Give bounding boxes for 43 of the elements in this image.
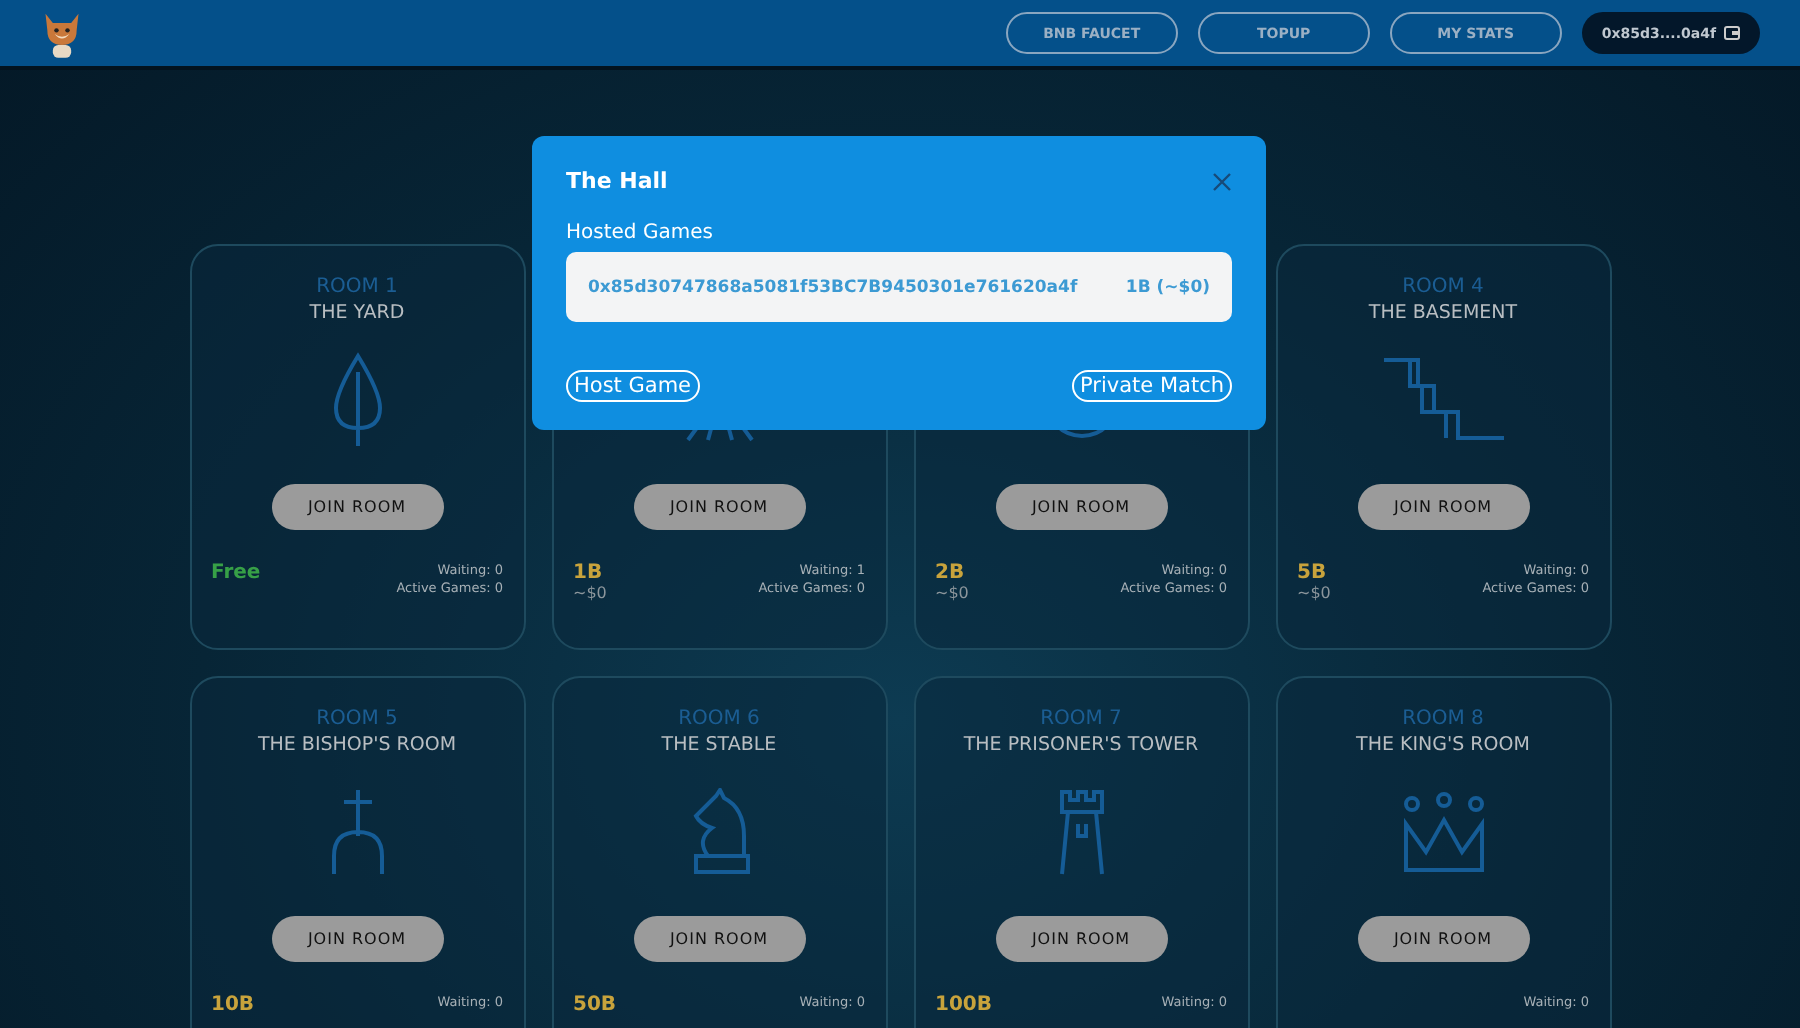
- room-price: 100B: [935, 994, 992, 1016]
- room-price: 50B: [573, 994, 617, 1016]
- room-name: THE STABLE: [661, 734, 777, 756]
- usd-value: ~$0: [1297, 584, 1331, 602]
- room-number: ROOM 1: [314, 276, 400, 298]
- wallet-icon: [1724, 26, 1740, 40]
- dialog-button[interactable]: Host Game: [566, 370, 700, 402]
- room-number: ROOM 5: [314, 708, 400, 730]
- room-name: THE BASEMENT: [1368, 302, 1518, 324]
- cross-icon: [329, 788, 385, 876]
- room-price: Free: [211, 562, 261, 584]
- close-icon[interactable]: [1212, 171, 1232, 191]
- join-room-button[interactable]: JOIN ROOM: [633, 916, 805, 962]
- stairs-icon: [1381, 358, 1505, 442]
- room-number: ROOM 8: [1400, 708, 1486, 730]
- room-price: 5B: [1297, 562, 1329, 584]
- room-price: 10B: [211, 994, 255, 1016]
- game-stake: 1B (~$0): [1125, 277, 1210, 297]
- usd-value: ~$0: [935, 584, 969, 602]
- join-room-button[interactable]: JOIN ROOM: [1357, 484, 1529, 530]
- join-room-button[interactable]: JOIN ROOM: [995, 916, 1167, 962]
- join-room-button[interactable]: JOIN ROOM: [271, 916, 443, 962]
- usd-value: ~$0: [573, 584, 607, 602]
- section-label: Hosted Games: [566, 222, 715, 244]
- room-name: THE YARD: [309, 302, 405, 324]
- room-number: ROOM 4: [1400, 276, 1486, 298]
- room-price: 2B: [935, 562, 967, 584]
- leaf-icon: [331, 352, 383, 448]
- dialog-button[interactable]: Private Match: [1072, 370, 1232, 402]
- join-room-button[interactable]: JOIN ROOM: [633, 484, 805, 530]
- room-price: 1B: [573, 562, 605, 584]
- room-name: THE PRISONER'S TOWER: [963, 734, 1199, 756]
- join-room-button[interactable]: JOIN ROOM: [1357, 916, 1529, 962]
- room-name: THE KING'S ROOM: [1356, 734, 1530, 756]
- crown-icon: [1401, 792, 1485, 872]
- room-name: THE BISHOP'S ROOM: [257, 734, 457, 756]
- room-number: ROOM 6: [676, 708, 762, 730]
- dialog-title: The Hall: [566, 168, 668, 194]
- join-room-button[interactable]: JOIN ROOM: [995, 484, 1167, 530]
- room-number: ROOM 7: [1038, 708, 1124, 730]
- tower-icon: [1055, 788, 1107, 876]
- join-room-button[interactable]: JOIN ROOM: [271, 484, 443, 530]
- host-address: 0x85d30747868a5081f53BC7B9450301e761620a4f: [588, 277, 1078, 297]
